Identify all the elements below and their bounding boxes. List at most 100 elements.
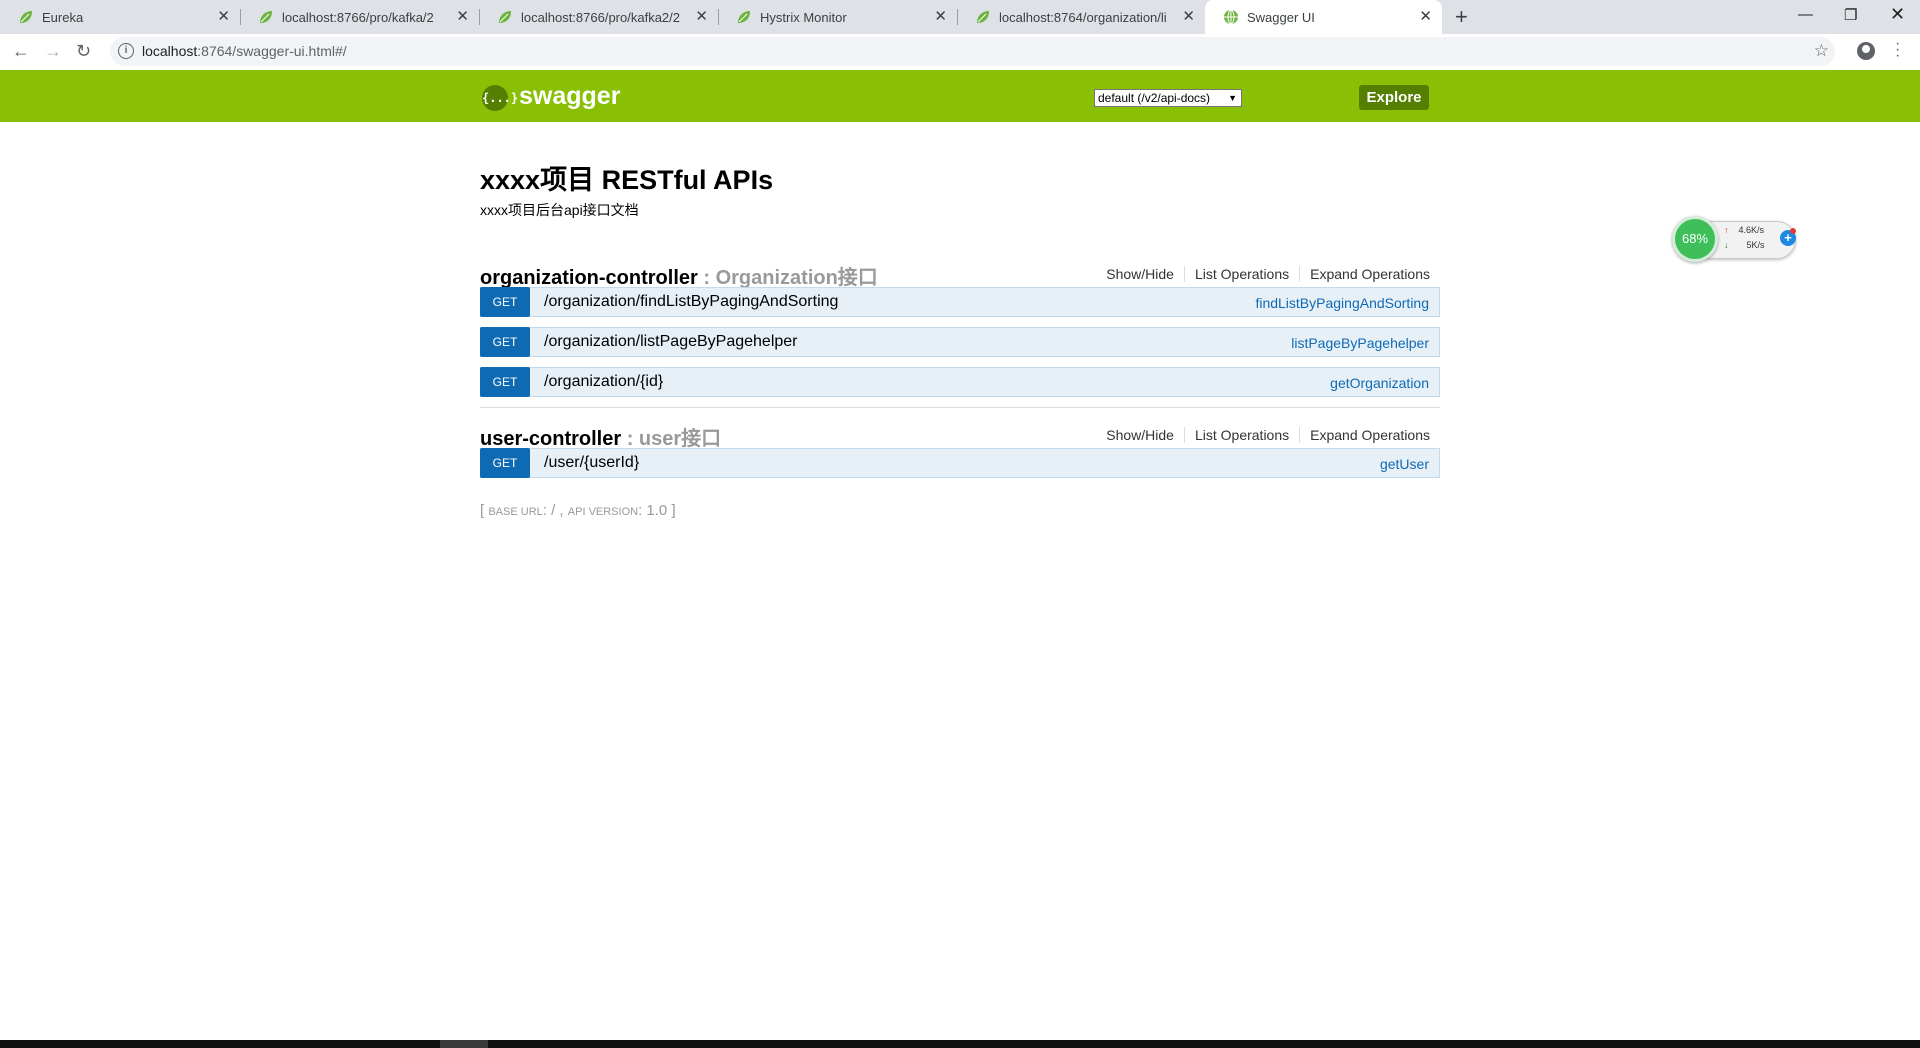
- spec-select[interactable]: default (/v2/api-docs) ▼: [1094, 89, 1242, 107]
- http-method-badge[interactable]: GET: [480, 287, 530, 317]
- operation-path[interactable]: /organization/listPageByPagehelper: [544, 333, 798, 351]
- operation-nickname[interactable]: listPageByPagehelper: [1291, 335, 1429, 351]
- show-hide-link[interactable]: Show/Hide: [1096, 427, 1185, 443]
- resource-organization-controller: organization-controller : Organization接口…: [480, 257, 1440, 408]
- spring-leaf-icon: [499, 11, 511, 23]
- explore-button[interactable]: Explore: [1359, 85, 1429, 110]
- http-method-badge[interactable]: GET: [480, 367, 530, 397]
- operation-row[interactable]: GET /organization/{id} getOrganization: [480, 367, 1440, 397]
- resource-divider: [480, 407, 1440, 408]
- close-tab-icon[interactable]: ✕: [695, 9, 708, 24]
- operation-path[interactable]: /organization/{id}: [544, 373, 663, 391]
- resource-description: : user接口: [626, 428, 722, 450]
- resource-title[interactable]: organization-controller : Organization接口: [480, 261, 878, 290]
- spring-leaf-icon: [260, 11, 272, 23]
- upload-value: 4.6K/s: [1738, 225, 1765, 235]
- operation-path[interactable]: /organization/findListByPagingAndSorting: [544, 293, 838, 311]
- close-tab-icon[interactable]: ✕: [934, 9, 947, 24]
- tab-title: Hystrix Monitor: [760, 9, 847, 25]
- close-tab-icon[interactable]: ✕: [1182, 9, 1195, 24]
- close-tab-icon[interactable]: ✕: [456, 9, 469, 24]
- expand-operations-link[interactable]: Expand Operations: [1300, 427, 1430, 443]
- operation-nickname[interactable]: getOrganization: [1330, 375, 1429, 391]
- resource-name[interactable]: organization-controller: [480, 267, 698, 289]
- resource-user-controller: user-controller : user接口 Show/Hide List …: [480, 418, 1440, 488]
- url-text[interactable]: localhost:8764/swagger-ui.html#/: [142, 43, 347, 59]
- notification-dot: [1790, 228, 1796, 234]
- download-speed: ↓ 5K/s: [1724, 240, 1765, 250]
- url-host: localhost: [142, 43, 198, 59]
- http-method-badge[interactable]: GET: [480, 448, 530, 478]
- swagger-header: {...} swagger default (/v2/api-docs) ▼ E…: [0, 70, 1920, 122]
- swagger-brand[interactable]: swagger: [519, 82, 620, 111]
- operation-nickname[interactable]: findListByPagingAndSorting: [1255, 295, 1429, 311]
- restore-icon[interactable]: ❐: [1844, 6, 1857, 24]
- tab-title: localhost:8766/pro/kafka/2: [282, 9, 434, 25]
- download-arrow-icon: ↓: [1724, 240, 1729, 250]
- bookmark-star-icon[interactable]: ☆: [1814, 41, 1829, 61]
- footer-close-bracket: ]: [671, 502, 676, 519]
- base-url-footer: [ base url: / , api version: 1.0 ]: [480, 502, 676, 519]
- resource-title[interactable]: user-controller : user接口: [480, 422, 721, 451]
- forward-icon[interactable]: →: [44, 42, 62, 60]
- footer-open-bracket: [: [480, 502, 485, 519]
- api-title: xxxx项目 RESTful APIs: [480, 165, 774, 195]
- operation-path[interactable]: /user/{userId}: [544, 454, 639, 472]
- upload-arrow-icon: ↑: [1724, 225, 1729, 235]
- tab-title: Swagger UI: [1247, 9, 1315, 25]
- close-tab-icon[interactable]: ✕: [1419, 9, 1432, 24]
- tab-swagger-ui[interactable]: Swagger UI ✕: [1205, 0, 1442, 34]
- minimize-icon[interactable]: —: [1798, 6, 1813, 23]
- back-icon[interactable]: ←: [12, 42, 30, 60]
- spring-leaf-icon: [20, 11, 32, 23]
- tab-kafka[interactable]: localhost:8766/pro/kafka/2 ✕: [240, 0, 480, 34]
- dropdown-arrow-icon: ▼: [1228, 93, 1237, 103]
- close-tab-icon[interactable]: ✕: [217, 9, 230, 24]
- api-version-label: api version: [567, 506, 639, 518]
- profile-avatar-icon[interactable]: [1857, 42, 1875, 60]
- operation-row[interactable]: GET /organization/findListByPagingAndSor…: [480, 287, 1440, 317]
- resource-description: : Organization接口: [703, 267, 878, 289]
- tab-hystrix[interactable]: Hystrix Monitor ✕: [718, 0, 958, 34]
- resource-actions: Show/Hide List Operations Expand Operati…: [1096, 266, 1430, 282]
- new-tab-icon[interactable]: +: [1455, 6, 1468, 28]
- spring-leaf-icon: [738, 11, 750, 23]
- show-hide-link[interactable]: Show/Hide: [1096, 266, 1185, 282]
- spec-select-value: default (/v2/api-docs): [1098, 91, 1211, 105]
- taskbar-item[interactable]: [440, 1040, 488, 1048]
- upload-speed: ↑ 4.6K/s: [1724, 225, 1764, 235]
- menu-kebab-icon[interactable]: · · ·: [1895, 36, 1900, 64]
- list-operations-link[interactable]: List Operations: [1185, 266, 1301, 282]
- tab-title: Eureka: [42, 9, 84, 25]
- tab-strip: Eureka ✕ localhost:8766/pro/kafka/2 ✕ lo…: [0, 0, 1920, 34]
- download-value: 5K/s: [1746, 240, 1765, 250]
- browser-toolbar: ← → ↻ i localhost:8764/swagger-ui.html#/…: [0, 34, 1920, 70]
- close-window-icon[interactable]: ✕: [1890, 4, 1905, 25]
- operation-nickname[interactable]: getUser: [1380, 456, 1429, 472]
- tab-title: localhost:8764/organization/li: [999, 9, 1167, 25]
- url-path: :8764/swagger-ui.html#/: [197, 43, 347, 59]
- reload-icon[interactable]: ↻: [76, 42, 91, 60]
- site-info-icon[interactable]: i: [118, 43, 134, 59]
- network-speed-widget[interactable]: 68% ↑ 4.6K/s ↓ 5K/s +: [1672, 216, 1798, 262]
- resource-heading: user-controller : user接口 Show/Hide List …: [480, 418, 1440, 451]
- resource-name[interactable]: user-controller: [480, 428, 621, 450]
- base-url-value: : / ,: [542, 502, 564, 519]
- tab-organization[interactable]: localhost:8764/organization/li ✕: [957, 0, 1205, 34]
- list-operations-link[interactable]: List Operations: [1185, 427, 1301, 443]
- api-version-value: : 1.0: [638, 502, 668, 519]
- address-bar[interactable]: i localhost:8764/swagger-ui.html#/ ☆: [110, 37, 1835, 66]
- operation-row[interactable]: GET /organization/listPageByPagehelper l…: [480, 327, 1440, 357]
- tab-title: localhost:8766/pro/kafka2/2: [521, 9, 680, 25]
- operation-row[interactable]: GET /user/{userId} getUser: [480, 448, 1440, 478]
- spring-leaf-icon: [977, 11, 989, 23]
- os-taskbar: [0, 1040, 1920, 1048]
- tab-kafka2[interactable]: localhost:8766/pro/kafka2/2 ✕: [479, 0, 719, 34]
- http-method-badge[interactable]: GET: [480, 327, 530, 357]
- tab-eureka[interactable]: Eureka ✕: [0, 0, 241, 34]
- usage-gauge[interactable]: 68%: [1672, 216, 1718, 262]
- swagger-logo-icon[interactable]: {...}: [482, 85, 518, 111]
- api-description: xxxx项目后台api接口文档: [480, 202, 639, 218]
- expand-operations-link[interactable]: Expand Operations: [1300, 266, 1430, 282]
- base-url-label: base url: [488, 506, 543, 518]
